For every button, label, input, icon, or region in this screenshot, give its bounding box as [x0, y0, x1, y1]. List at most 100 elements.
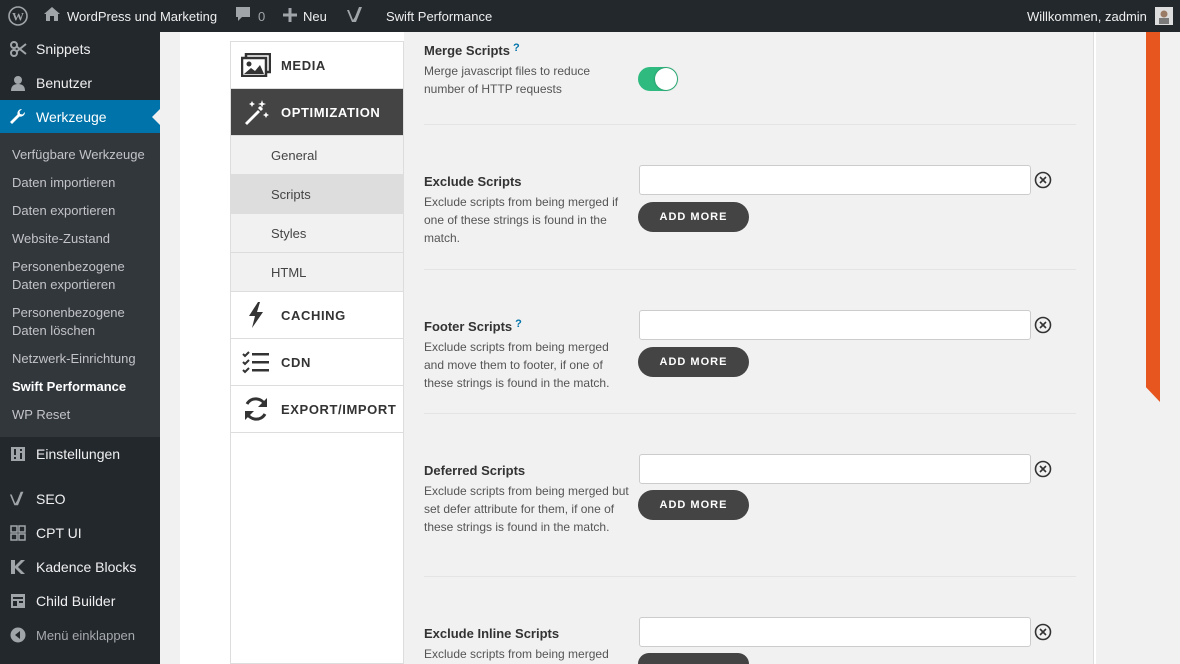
swift-performance-link[interactable]: Swift Performance: [386, 0, 492, 32]
menu-item-werkzeuge[interactable]: Werkzeuge: [0, 100, 160, 134]
yoast-icon: [0, 490, 36, 508]
snippets-icon: [0, 40, 36, 58]
tab-label: EXPORT/IMPORT: [281, 401, 397, 417]
remove-icon[interactable]: [1034, 171, 1052, 189]
tab-label: OPTIMIZATION: [281, 104, 381, 120]
deferred-scripts-input[interactable]: [639, 454, 1031, 484]
yoast-seo-menu[interactable]: [346, 0, 366, 32]
tab-cdn[interactable]: CDN: [231, 339, 403, 386]
cpt-icon: [0, 525, 36, 541]
site-name: WordPress und Marketing: [67, 8, 218, 24]
brand-accent-bar: [1146, 32, 1160, 402]
admin-sidebar: Snippets Benutzer Werkzeuge Verfügbare W…: [0, 32, 160, 664]
menu-label: Einstellungen: [36, 446, 121, 462]
lightning-icon: [231, 301, 281, 329]
divider: [424, 269, 1076, 270]
divider: [424, 576, 1076, 577]
submenu-personenbezogene-daten-loeschen[interactable]: Personenbezogene Daten löschen: [12, 304, 152, 340]
tab-optimization[interactable]: OPTIMIZATION: [231, 89, 403, 136]
collapse-icon: [0, 627, 36, 643]
setting-title: Exclude Scripts: [424, 174, 522, 189]
help-link[interactable]: ?: [515, 318, 522, 330]
submenu-verfuegbare-werkzeuge[interactable]: Verfügbare Werkzeuge: [12, 146, 152, 164]
submenu-personenbezogene-daten-exportieren[interactable]: Personenbezogene Daten exportieren: [12, 258, 152, 294]
home-icon: [43, 6, 61, 27]
add-more-button[interactable]: ADD MORE: [638, 490, 749, 520]
plus-icon: [283, 6, 297, 27]
subtab-scripts[interactable]: Scripts: [231, 175, 403, 214]
kadence-icon: [0, 559, 36, 575]
magic-wand-icon: [231, 98, 281, 126]
submenu-daten-exportieren[interactable]: Daten exportieren: [12, 202, 152, 220]
menu-item-benutzer[interactable]: Benutzer: [0, 66, 160, 100]
submenu-netzwerk-einrichtung[interactable]: Netzwerk-Einrichtung: [12, 350, 152, 368]
menu-item-cpt-ui[interactable]: CPT UI: [0, 516, 160, 550]
exclude-scripts-input[interactable]: [639, 165, 1031, 195]
divider: [424, 413, 1076, 414]
avatar: [1154, 7, 1173, 25]
comments-count: 0: [258, 8, 266, 24]
footer-scripts-input[interactable]: [639, 310, 1031, 340]
subtab-label: Styles: [271, 225, 307, 241]
setting-description: Exclude scripts from being merged: [424, 647, 609, 661]
comment-icon: [234, 6, 252, 27]
menu-item-einstellungen[interactable]: Einstellungen: [0, 437, 160, 471]
setting-description: Merge javascript files to reduce number …: [424, 64, 591, 96]
site-name-link[interactable]: WordPress und Marketing: [43, 0, 217, 32]
right-gutter: [1160, 32, 1180, 664]
new-content-link[interactable]: Neu: [283, 0, 327, 32]
menu-item-seo[interactable]: SEO: [0, 482, 160, 516]
comments-link[interactable]: 0: [234, 0, 265, 32]
tab-media[interactable]: MEDIA: [231, 42, 403, 89]
my-account-link[interactable]: Willkommen, zadmin: [1027, 0, 1173, 32]
collapse-menu-button[interactable]: Menü einklappen: [0, 618, 160, 652]
menu-label: SEO: [36, 491, 66, 507]
subtab-html[interactable]: HTML: [231, 253, 403, 292]
subtab-general[interactable]: General: [231, 136, 403, 175]
toggle-knob: [655, 68, 677, 90]
menu-label: Child Builder: [36, 593, 116, 609]
submenu-website-zustand[interactable]: Website-Zustand: [12, 230, 152, 248]
menu-item-kadence-blocks[interactable]: Kadence Blocks: [0, 550, 160, 584]
tab-label: CACHING: [281, 307, 346, 323]
subtab-styles[interactable]: Styles: [231, 214, 403, 253]
tab-caching[interactable]: CACHING: [231, 292, 403, 339]
setting-title: Deferred Scripts: [424, 463, 526, 478]
admin-bar: W WordPress und Marketing 0 Neu Swift Pe…: [0, 0, 1180, 32]
menu-label: Snippets: [36, 41, 91, 57]
wordpress-logo-icon[interactable]: W: [8, 0, 28, 32]
menu-item-snippets[interactable]: Snippets: [0, 32, 160, 66]
add-more-button[interactable]: ADD MORE: [638, 347, 749, 377]
remove-icon[interactable]: [1034, 460, 1052, 478]
divider: [424, 124, 1076, 125]
setting-merge-scripts: Merge Scripts? Merge javascript files to…: [424, 42, 1074, 98]
menu-label: Werkzeuge: [36, 109, 107, 125]
menu-label: CPT UI: [36, 525, 82, 541]
help-link[interactable]: ?: [513, 42, 520, 54]
setting-description: Exclude scripts from being merged but se…: [424, 484, 629, 534]
submenu-wp-reset[interactable]: WP Reset: [12, 406, 152, 424]
menu-label: Kadence Blocks: [36, 559, 137, 575]
exclude-inline-scripts-input[interactable]: [639, 617, 1031, 647]
tab-label: CDN: [281, 354, 311, 370]
menu-item-child-builder[interactable]: Child Builder: [0, 584, 160, 618]
setting-description: Exclude scripts from being merged if one…: [424, 195, 619, 245]
submenu-daten-importieren[interactable]: Daten importieren: [12, 174, 152, 192]
menu-label: Menü einklappen: [36, 627, 136, 643]
settings-tab-nav: MEDIA OPTIMIZATION General Scripts Style…: [230, 41, 404, 664]
remove-icon[interactable]: [1034, 316, 1052, 334]
wrench-icon: [0, 108, 36, 126]
current-menu-arrow: [152, 109, 160, 125]
setting-title: Merge Scripts: [424, 43, 510, 58]
setting-description: Exclude scripts from being merged and mo…: [424, 340, 610, 390]
remove-icon[interactable]: [1034, 623, 1052, 641]
submenu-swift-performance[interactable]: Swift Performance: [12, 378, 152, 396]
menu-label: Benutzer: [36, 75, 93, 91]
merge-scripts-toggle[interactable]: [638, 67, 678, 91]
setting-title: Exclude Inline Scripts: [424, 626, 560, 641]
setting-title: Footer Scripts: [424, 319, 513, 334]
add-more-button[interactable]: ADD MORE: [638, 202, 749, 232]
user-icon: [0, 75, 36, 91]
add-more-button[interactable]: [638, 653, 749, 664]
tab-export-import[interactable]: EXPORT/IMPORT: [231, 386, 403, 433]
